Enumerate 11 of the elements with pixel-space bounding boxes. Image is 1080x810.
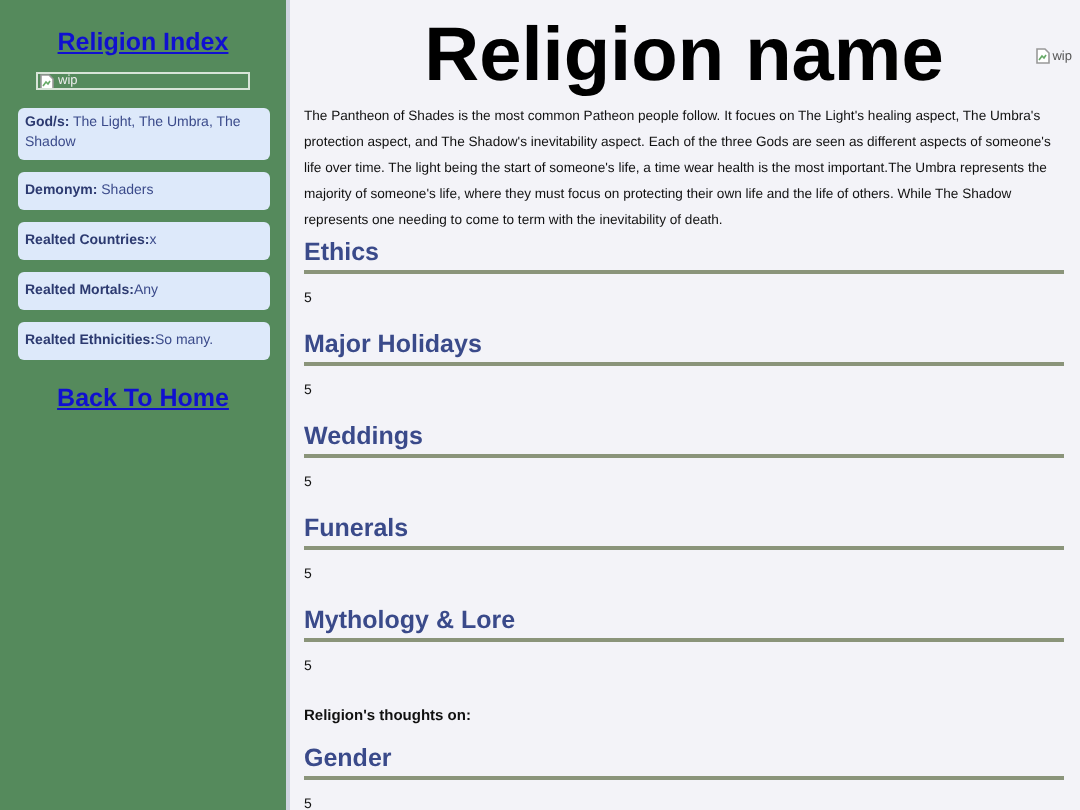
section-heading: Funerals <box>304 514 409 546</box>
page-title: Religion name <box>424 12 944 100</box>
broken-image-icon <box>40 74 54 88</box>
section-heading: Weddings <box>304 422 423 454</box>
section-heading: Major Holidays <box>304 330 482 362</box>
back-to-home-link[interactable]: Back To Home <box>57 384 229 412</box>
section-heading: Ethics <box>304 238 380 270</box>
section-heading: Mythology & Lore <box>304 606 516 638</box>
broken-image-icon <box>1036 48 1051 64</box>
section-heading: Gender <box>304 744 392 776</box>
religion-index-link[interactable]: Religion Index <box>57 28 229 56</box>
